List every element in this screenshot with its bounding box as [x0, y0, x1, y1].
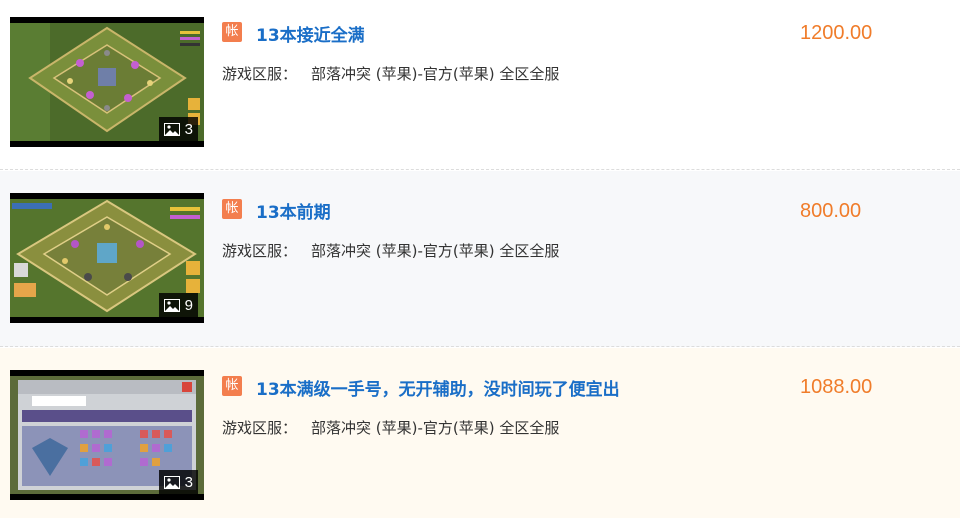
image-gallery-icon — [163, 475, 180, 489]
image-count: 3 — [184, 473, 193, 491]
image-count-badge: 3 — [158, 470, 198, 494]
account-tag-icon: 帐 — [222, 22, 242, 42]
listing-price: 1200.00 — [800, 22, 873, 44]
listing-thumbnail[interactable]: 9 — [10, 193, 204, 323]
listing-thumbnail[interactable]: 3 — [10, 370, 204, 500]
region-value: 部落冲突 (苹果)-官方(苹果) 全区全服 — [311, 419, 560, 437]
region-label: 游戏区服： — [222, 65, 298, 83]
listing-row[interactable]: 3 帐 13本满级一手号，无开辅助，没时间玩了便宜出 游戏区服： 部落冲突 (苹果… — [0, 348, 960, 518]
listing-title[interactable]: 13本前期 — [256, 198, 331, 223]
account-tag-icon: 帐 — [222, 376, 242, 396]
image-gallery-icon — [163, 298, 180, 312]
listing-title[interactable]: 13本满级一手号，无开辅助，没时间玩了便宜出 — [256, 375, 620, 400]
region-label: 游戏区服： — [222, 242, 298, 260]
image-count: 3 — [184, 120, 193, 138]
listing-title[interactable]: 13本接近全满 — [256, 21, 365, 46]
region-label: 游戏区服： — [222, 419, 298, 437]
region-value: 部落冲突 (苹果)-官方(苹果) 全区全服 — [311, 65, 560, 83]
image-count-badge: 3 — [158, 117, 198, 141]
listing-region: 游戏区服： 部落冲突 (苹果)-官方(苹果) 全区全服 — [222, 240, 559, 261]
image-count-badge: 9 — [158, 293, 198, 317]
listing-price: 1088.00 — [800, 376, 873, 398]
region-value: 部落冲突 (苹果)-官方(苹果) 全区全服 — [311, 242, 560, 260]
image-count: 9 — [184, 296, 193, 314]
listing-thumbnail[interactable]: 3 — [10, 17, 204, 147]
listing-row[interactable]: 3 帐 13本接近全满 游戏区服： 部落冲突 (苹果)-官方(苹果) 全区全服 1… — [0, 0, 960, 170]
listing-price: 800.00 — [800, 200, 862, 222]
account-tag-icon: 帐 — [222, 199, 242, 219]
listing-region: 游戏区服： 部落冲突 (苹果)-官方(苹果) 全区全服 — [222, 417, 559, 438]
listing-row[interactable]: 9 帐 13本前期 游戏区服： 部落冲突 (苹果)-官方(苹果) 全区全服 800… — [0, 171, 960, 347]
listing-region: 游戏区服： 部落冲突 (苹果)-官方(苹果) 全区全服 — [222, 63, 559, 84]
image-gallery-icon — [163, 122, 180, 136]
